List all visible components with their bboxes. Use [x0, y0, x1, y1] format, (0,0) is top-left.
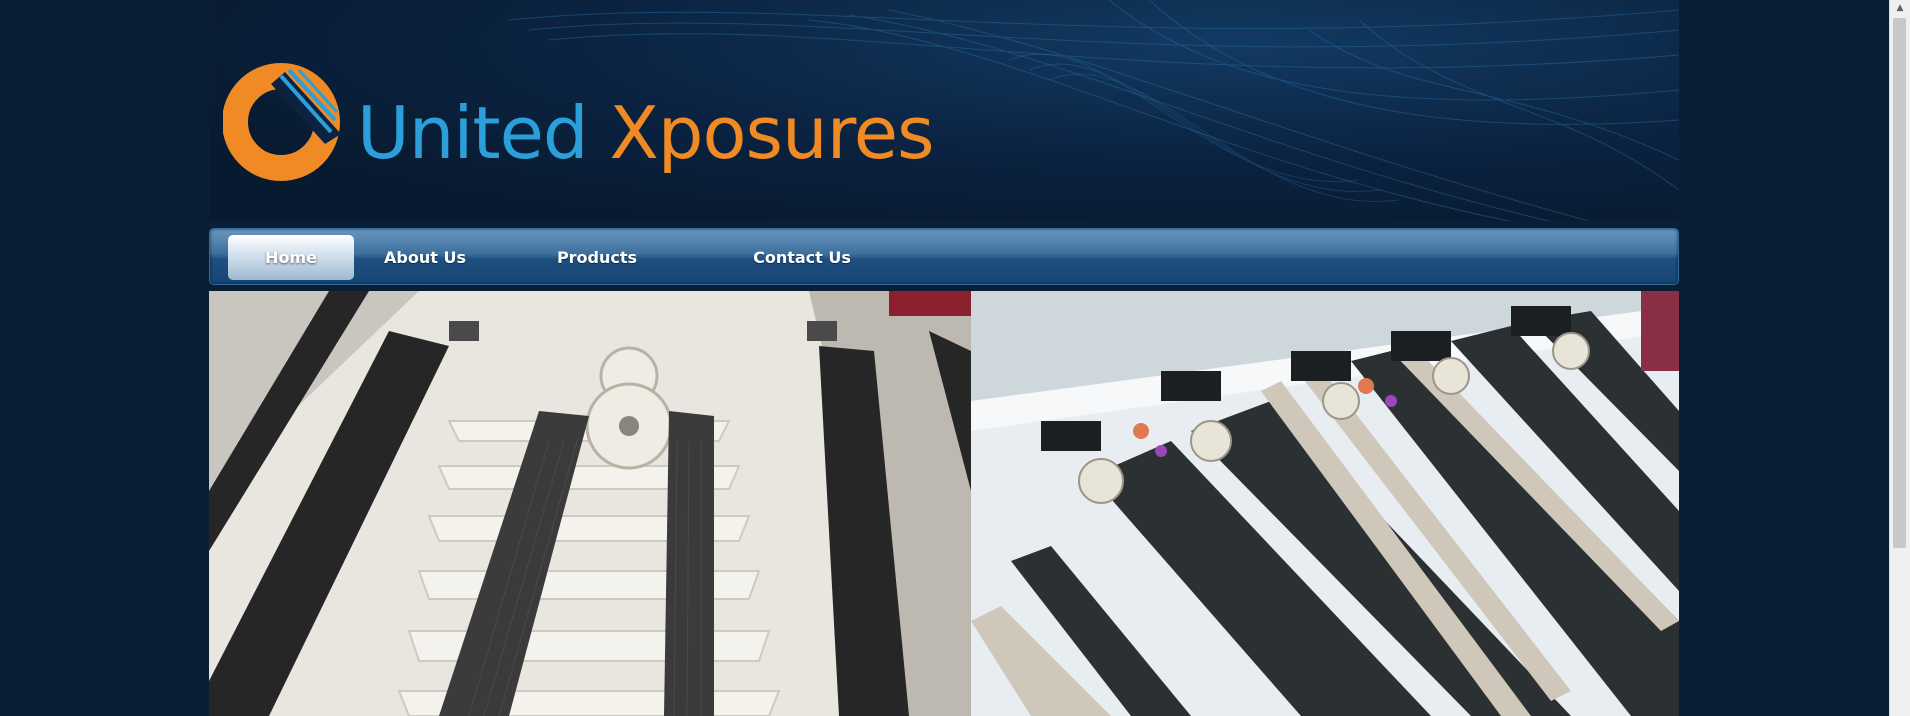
site-header: United Xposures — [209, 0, 1679, 221]
company-logo-icon — [223, 63, 341, 181]
processor-rollers-photo — [209, 291, 971, 716]
roller-assembly-render — [971, 291, 1679, 716]
scroll-thumb[interactable] — [1893, 18, 1906, 548]
brand-name: United Xposures — [357, 88, 935, 178]
page-scrollbar[interactable]: ▲ — [1889, 0, 1910, 716]
nav-contact-us[interactable]: Contact Us — [702, 235, 902, 280]
scroll-up-icon[interactable]: ▲ — [1890, 0, 1910, 17]
main-nav: Home About Us Products Contact Us — [209, 228, 1679, 285]
nav-about-us[interactable]: About Us — [362, 235, 488, 280]
brand-word-united: United — [357, 91, 589, 175]
brand-word-xposures: Xposures — [609, 91, 934, 175]
nav-home[interactable]: Home — [228, 235, 354, 280]
page: United Xposures Home About Us Products C… — [209, 0, 1679, 716]
hero-banner — [209, 291, 1679, 716]
nav-products[interactable]: Products — [522, 235, 672, 280]
